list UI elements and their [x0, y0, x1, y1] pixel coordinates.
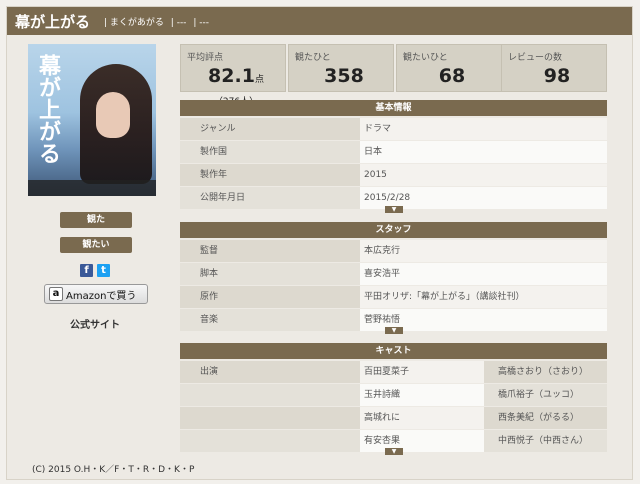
- want-to-watch-button[interactable]: 観たい: [60, 237, 132, 253]
- title-bar: 幕が上がる | まくがあがる | --- | ---: [7, 7, 632, 35]
- stat-average-score: 平均評点 82.1点（276人）: [180, 44, 286, 107]
- title-reading: | まくがあがる | --- | ---: [104, 17, 209, 28]
- staff-row: 原作 平田オリザ:「幕が上がる」（講談社刊）: [180, 286, 607, 308]
- official-site-link[interactable]: 公式サイト: [70, 316, 120, 331]
- basic-expand-icon[interactable]: ▼: [385, 206, 403, 213]
- cast-row: 高城れに 西条美紀（がるる）: [180, 407, 607, 429]
- copyright-text: (C) 2015 O.H・K／F・T・R・D・K・P: [32, 465, 195, 475]
- staff-row: 脚本 喜安浩平: [180, 263, 607, 285]
- social-share: f t: [80, 264, 110, 277]
- movie-poster[interactable]: 幕が上がる: [28, 44, 156, 196]
- info-row: 製作年 2015: [180, 164, 607, 186]
- cast-expand-icon[interactable]: ▼: [385, 448, 403, 455]
- poster-title: 幕が上がる: [35, 54, 61, 164]
- stat-want: 観たいひと 68: [396, 44, 502, 92]
- cast-heading: キャスト: [180, 343, 607, 359]
- amazon-logo-icon: a: [49, 287, 63, 301]
- cast-row: 出演 百田夏菜子 高橋さおり（さおり）: [180, 361, 607, 383]
- amazon-label: Amazonで買う: [66, 290, 137, 302]
- page-title: 幕が上がる: [15, 12, 91, 31]
- basic-info-heading: 基本情報: [180, 100, 607, 116]
- twitter-icon[interactable]: t: [97, 264, 110, 277]
- watched-button[interactable]: 観た: [60, 212, 132, 228]
- staff-expand-icon[interactable]: ▼: [385, 327, 403, 334]
- staff-heading: スタッフ: [180, 222, 607, 238]
- facebook-icon[interactable]: f: [80, 264, 93, 277]
- staff-row: 監督 本広克行: [180, 240, 607, 262]
- stat-watched: 観たひと 358: [288, 44, 394, 92]
- info-row: ジャンル ドラマ: [180, 118, 607, 140]
- amazon-buy-button[interactable]: a Amazonで買う: [44, 284, 148, 304]
- info-row: 製作国 日本: [180, 141, 607, 163]
- cast-row: 玉井詩織 橋爪裕子（ユッコ）: [180, 384, 607, 406]
- stat-reviews: レビューの数 98: [501, 44, 607, 92]
